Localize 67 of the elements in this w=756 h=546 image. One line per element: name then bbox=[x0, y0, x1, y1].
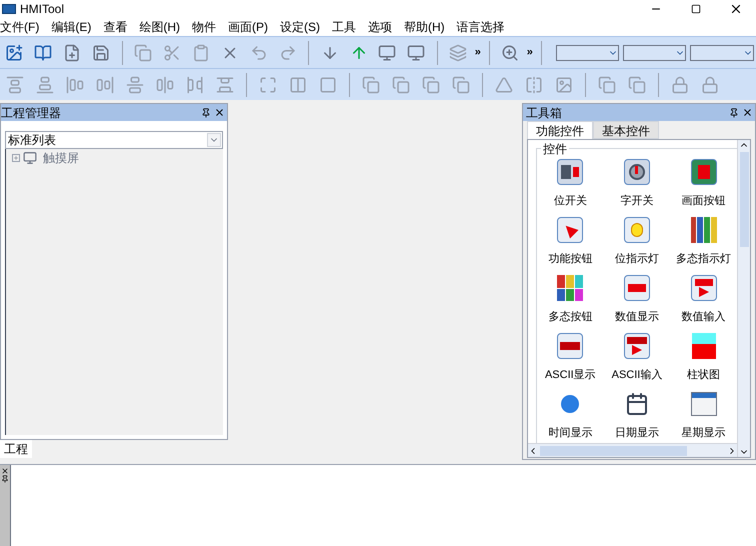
number-icon bbox=[624, 275, 650, 301]
vertical-scrollbar[interactable] bbox=[737, 140, 750, 457]
menu-item[interactable]: 物件 bbox=[186, 18, 222, 36]
toolbox-item[interactable]: 位开关 bbox=[537, 157, 604, 209]
view-dropdown[interactable]: 标准列表 bbox=[5, 131, 223, 149]
toolbox-item[interactable]: 位指示灯 bbox=[604, 215, 670, 267]
toolbox-item[interactable]: ASCII输入 bbox=[604, 331, 670, 383]
group-label: 控件 bbox=[541, 140, 569, 158]
toolbox-item[interactable]: 多态指示灯 bbox=[670, 215, 737, 267]
color-grid-icon bbox=[557, 275, 584, 301]
tree-item[interactable]: 触摸屏 bbox=[43, 148, 79, 166]
close-icon[interactable] bbox=[214, 107, 225, 118]
toolbox-item[interactable]: 多态按钮 bbox=[537, 273, 604, 325]
toolbox-item[interactable]: ASCII显示 bbox=[537, 331, 604, 383]
cursor-icon bbox=[557, 217, 584, 243]
toolbox-item[interactable]: 字开关 bbox=[604, 157, 670, 209]
scrollbar-thumb[interactable] bbox=[740, 152, 748, 247]
panel-tab[interactable]: 工程 bbox=[0, 440, 32, 458]
float-icon[interactable] bbox=[729, 108, 739, 118]
toolbox-item[interactable]: 数值输入 bbox=[670, 273, 737, 325]
toolbox-item[interactable]: 功能按钮 bbox=[537, 215, 604, 267]
menu-item[interactable]: 选项 bbox=[362, 18, 398, 36]
bar-graph-icon bbox=[692, 333, 716, 359]
close-icon bbox=[729, 2, 743, 16]
text-display-icon bbox=[557, 333, 584, 359]
maximize-icon bbox=[691, 4, 701, 14]
calendar-icon bbox=[624, 392, 649, 416]
app-icon bbox=[2, 4, 16, 14]
menu-item[interactable]: 绘图(H) bbox=[133, 18, 186, 36]
menu-item[interactable]: 工具 bbox=[326, 18, 362, 36]
color-bars-icon bbox=[690, 217, 717, 243]
horizontal-scrollbar[interactable] bbox=[528, 443, 737, 457]
window-title: HMITool bbox=[20, 1, 64, 18]
toolbox-item[interactable]: 画面按钮 bbox=[670, 157, 737, 209]
bulb-icon bbox=[624, 217, 650, 243]
toolbox-item[interactable]: 柱状图 bbox=[670, 331, 737, 383]
menu-item[interactable]: 语言选择 bbox=[450, 18, 511, 36]
toolbox-item[interactable]: 数值显示 bbox=[604, 273, 670, 325]
toolbox-item[interactable]: 日期显示 bbox=[604, 389, 670, 441]
toolbar-dropdown[interactable] bbox=[556, 44, 620, 60]
menu-item[interactable]: 文件(F) bbox=[0, 18, 46, 36]
toolbar-overflow[interactable]: » bbox=[526, 44, 533, 61]
menu-item[interactable]: 帮助(H) bbox=[398, 18, 451, 36]
expand-icon[interactable] bbox=[12, 154, 20, 162]
screen-icon bbox=[690, 159, 717, 185]
float-icon[interactable] bbox=[201, 108, 211, 118]
close-icon[interactable] bbox=[1, 467, 9, 475]
menu-item[interactable]: 设定(S) bbox=[274, 18, 326, 36]
toolbar-overflow[interactable]: » bbox=[474, 44, 481, 61]
panel-title: 工具箱 bbox=[525, 104, 563, 122]
menu-item[interactable]: 查看 bbox=[97, 18, 134, 36]
toolbox-tab[interactable]: 基本控件 bbox=[593, 121, 659, 139]
menu-item[interactable]: 编辑(E) bbox=[45, 18, 98, 36]
toolbar-dropdown[interactable] bbox=[690, 44, 754, 60]
toolbox-tab[interactable]: 功能控件 bbox=[527, 121, 593, 139]
menu-item[interactable]: 画面(P) bbox=[222, 18, 274, 36]
panel-title: 工程管理器 bbox=[1, 104, 62, 122]
close-icon[interactable] bbox=[742, 107, 753, 118]
scrollbar-thumb[interactable] bbox=[540, 446, 687, 456]
knob-icon bbox=[624, 159, 650, 185]
pin-icon[interactable] bbox=[1, 475, 9, 483]
toolbox-item[interactable]: 星期显示 bbox=[670, 389, 737, 441]
calendar-page-icon bbox=[690, 392, 717, 416]
toolbar-dropdown[interactable] bbox=[623, 44, 686, 60]
switch-icon bbox=[557, 159, 584, 185]
toolbox-item[interactable]: 时间显示 bbox=[537, 389, 604, 441]
device-icon bbox=[23, 150, 37, 164]
